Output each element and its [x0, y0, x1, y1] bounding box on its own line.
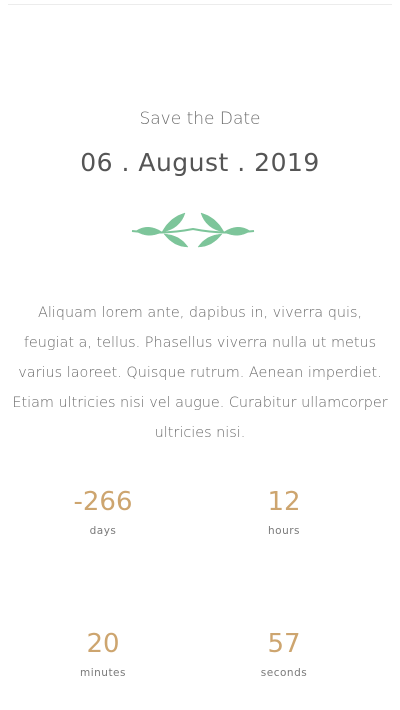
save-the-date-heading: Save the Date [139, 109, 261, 129]
countdown-days-label: days [89, 525, 117, 537]
countdown-hours-label: hours [267, 525, 301, 537]
save-the-date-page: Save the Date 06 . August . 2019 Aliquam… [0, 0, 400, 710]
countdown-days: -266 days [43, 485, 163, 537]
countdown-seconds-label: seconds [260, 667, 308, 679]
countdown-minutes: 20 minutes [43, 627, 163, 679]
event-date: 06 . August . 2019 [80, 148, 320, 177]
countdown-hours-value: 12 [267, 487, 301, 517]
countdown-days-value: -266 [73, 487, 133, 517]
countdown-minutes-value: 20 [86, 629, 120, 659]
invitation-text: Aliquam lorem ante, dapibus in, viverra … [12, 305, 388, 441]
leaf-branch-icon [131, 212, 255, 248]
top-divider [8, 4, 392, 5]
countdown-seconds-value: 57 [267, 629, 301, 659]
countdown-seconds: 57 seconds [224, 627, 344, 679]
countdown-minutes-label: minutes [79, 667, 126, 679]
countdown-hours: 12 hours [224, 485, 344, 537]
